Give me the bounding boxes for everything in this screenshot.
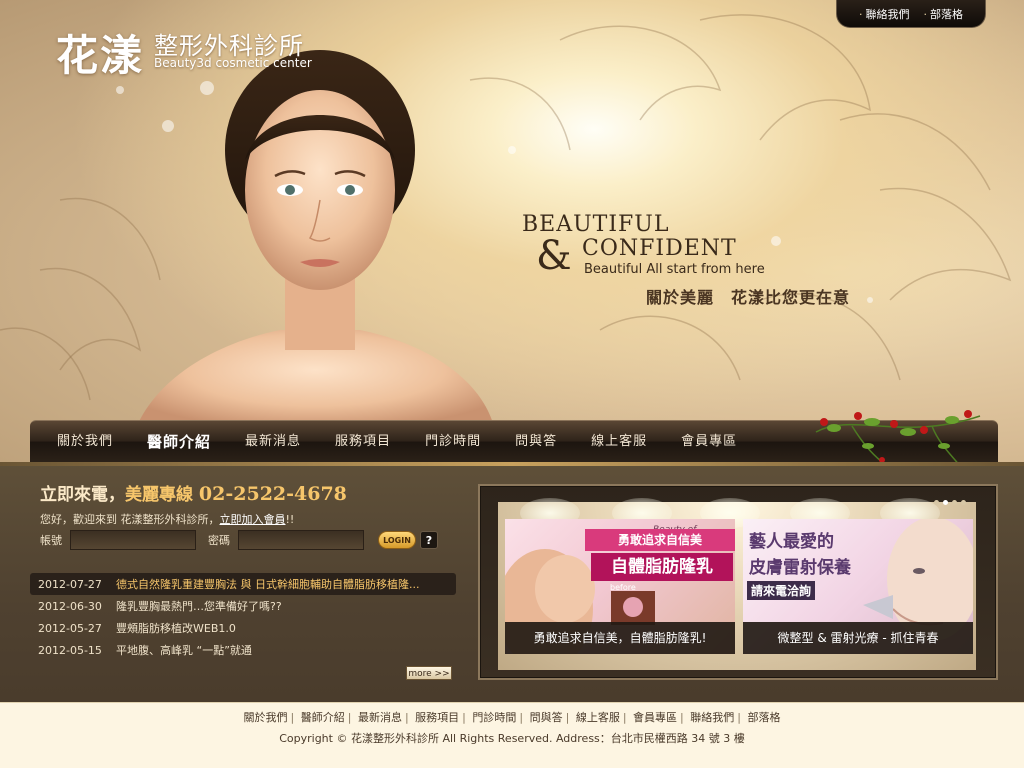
nav-news[interactable]: 最新消息 xyxy=(228,421,318,463)
welcome-message: 您好，歡迎來到 花漾整形外科診所，立即加入會員!! xyxy=(40,511,294,527)
join-member-link[interactable]: 立即加入會員 xyxy=(220,513,286,526)
news-date: 2012-07-27 xyxy=(38,577,102,591)
news-item[interactable]: 2012-07-27 德式自然隆乳重建豐胸法 與 日式幹細胞輔助自體脂肪移植隆.… xyxy=(30,573,456,595)
welcome-text: 您好，歡迎來到 花漾整形外科診所， xyxy=(40,513,220,526)
hero-banner: 花漾 整形外科診所 Beauty3d cosmetic center 聯絡我們 … xyxy=(0,0,1024,462)
slider-dot-active[interactable] xyxy=(943,500,948,505)
footer-link-blog[interactable]: 部落格 xyxy=(747,711,780,724)
promo-card-breast[interactable]: Beauty of 勇敢追求自信美 自體脂肪隆乳 before 勇敢追求自信美，… xyxy=(505,519,735,654)
nav-faq[interactable]: 問與答 xyxy=(498,421,574,463)
promo-headline: 自體脂肪隆乳 xyxy=(591,553,733,581)
footer-link-online-service[interactable]: 線上客服 xyxy=(576,711,620,724)
nav-members[interactable]: 會員專區 xyxy=(664,421,754,463)
news-date: 2012-05-15 xyxy=(38,643,102,657)
login-button[interactable]: LOGIN xyxy=(378,531,416,549)
hotline-prefix: 立即來電， xyxy=(40,485,125,505)
slogan-chinese: 關於美麗 花漾比您更在意 xyxy=(646,288,851,307)
slider-dot[interactable] xyxy=(952,500,957,505)
news-date: 2012-05-27 xyxy=(38,621,102,635)
footer-link-news[interactable]: 最新消息 xyxy=(358,711,402,724)
account-label: 帳號 xyxy=(40,534,62,547)
news-title[interactable]: 豐頰脂肪移植改WEB1.0 xyxy=(116,620,454,636)
model-portrait xyxy=(135,50,495,430)
hotline-heading: 立即來電，美麗專線 02-2522-4678 xyxy=(40,480,347,505)
slogan-ampersand: & xyxy=(536,233,572,279)
logo-main-text[interactable]: 花漾 xyxy=(56,22,144,83)
news-date: 2012-06-30 xyxy=(38,599,102,613)
promo-before-label: before xyxy=(610,583,636,592)
footer-link-services[interactable]: 服務項目 xyxy=(415,711,459,724)
news-title[interactable]: 隆乳豐胸最熱門…您準備好了嗎?? xyxy=(116,598,454,614)
promo-caption[interactable]: 勇敢追求自信美，自體脂肪隆乳! xyxy=(505,622,735,654)
nav-about[interactable]: 關於我們 xyxy=(40,421,130,463)
password-input[interactable] xyxy=(238,530,364,550)
promo-line3: 請來電洽詢 xyxy=(747,581,816,600)
promo-band: 勇敢追求自信美 xyxy=(585,529,735,551)
footer-link-contact[interactable]: 聯絡我們 xyxy=(690,711,734,724)
slogan-tagline: Beautiful All start from here xyxy=(584,262,765,277)
hotline-accent: 美麗專線 xyxy=(125,485,193,505)
footer-link-members[interactable]: 會員專區 xyxy=(633,711,677,724)
nav-services[interactable]: 服務項目 xyxy=(318,421,408,463)
password-label: 密碼 xyxy=(208,534,230,547)
news-item[interactable]: 2012-05-15 平地腹、高峰乳 “一點”就通 xyxy=(30,639,456,661)
help-button[interactable]: ? xyxy=(420,531,438,549)
contact-us-link[interactable]: 聯絡我們 xyxy=(859,6,910,22)
footer-links: 關於我們 | 醫師介紹 | 最新消息 | 服務項目 | 門診時間 | 問與答 | 線上客服 |… xyxy=(243,711,781,724)
account-input[interactable] xyxy=(70,530,196,550)
news-title[interactable]: 德式自然隆乳重建豐胸法 與 日式幹細胞輔助自體脂肪移植隆... xyxy=(116,576,454,592)
footer-link-faq[interactable]: 問與答 xyxy=(530,711,563,724)
slider-dot[interactable] xyxy=(961,500,966,505)
nav-online-service[interactable]: 線上客服 xyxy=(574,421,664,463)
hotline-number: 02-2522-4678 xyxy=(198,483,347,505)
welcome-suffix: !! xyxy=(285,513,295,526)
top-link-bar: 聯絡我們 部落格 xyxy=(836,0,986,28)
copyright-text: Copyright © 花漾整形外科診所 All Rights Reserved… xyxy=(279,732,745,745)
promo-line1: 藝人最愛的 xyxy=(749,532,834,552)
nav-doctors[interactable]: 醫師介紹 xyxy=(130,421,228,463)
slider-dot[interactable] xyxy=(934,500,939,505)
promo-line2: 皮膚雷射保養 xyxy=(749,558,851,578)
news-item[interactable]: 2012-06-30 隆乳豐胸最熱門…您準備好了嗎?? xyxy=(30,595,456,617)
news-title[interactable]: 平地腹、高峰乳 “一點”就通 xyxy=(116,642,454,658)
login-form: 帳號 密碼 LOGIN ? xyxy=(40,530,438,550)
more-news-button[interactable]: more >> xyxy=(406,666,452,680)
logo-english-text: Beauty3d cosmetic center xyxy=(154,56,312,70)
slider-pagination xyxy=(934,500,966,505)
nav-clinic-hours[interactable]: 門診時間 xyxy=(408,421,498,463)
news-list: 2012-07-27 德式自然隆乳重建豐胸法 與 日式幹細胞輔助自體脂肪移植隆.… xyxy=(30,573,456,661)
news-item[interactable]: 2012-05-27 豐頰脂肪移植改WEB1.0 xyxy=(30,617,456,639)
promo-caption[interactable]: 微整型 & 雷射光療 - 抓住青春 xyxy=(743,622,973,654)
promo-card-laser[interactable]: 藝人最愛的 皮膚雷射保養 請來電洽詢 微整型 & 雷射光療 - 抓住青春 xyxy=(743,519,973,654)
slogan-confident: CONFIDENT xyxy=(582,236,737,261)
blog-link[interactable]: 部落格 xyxy=(924,6,963,22)
footer-link-doctors[interactable]: 醫師介紹 xyxy=(301,711,345,724)
footer-link-hours[interactable]: 門診時間 xyxy=(472,711,516,724)
footer-link-about[interactable]: 關於我們 xyxy=(244,711,288,724)
